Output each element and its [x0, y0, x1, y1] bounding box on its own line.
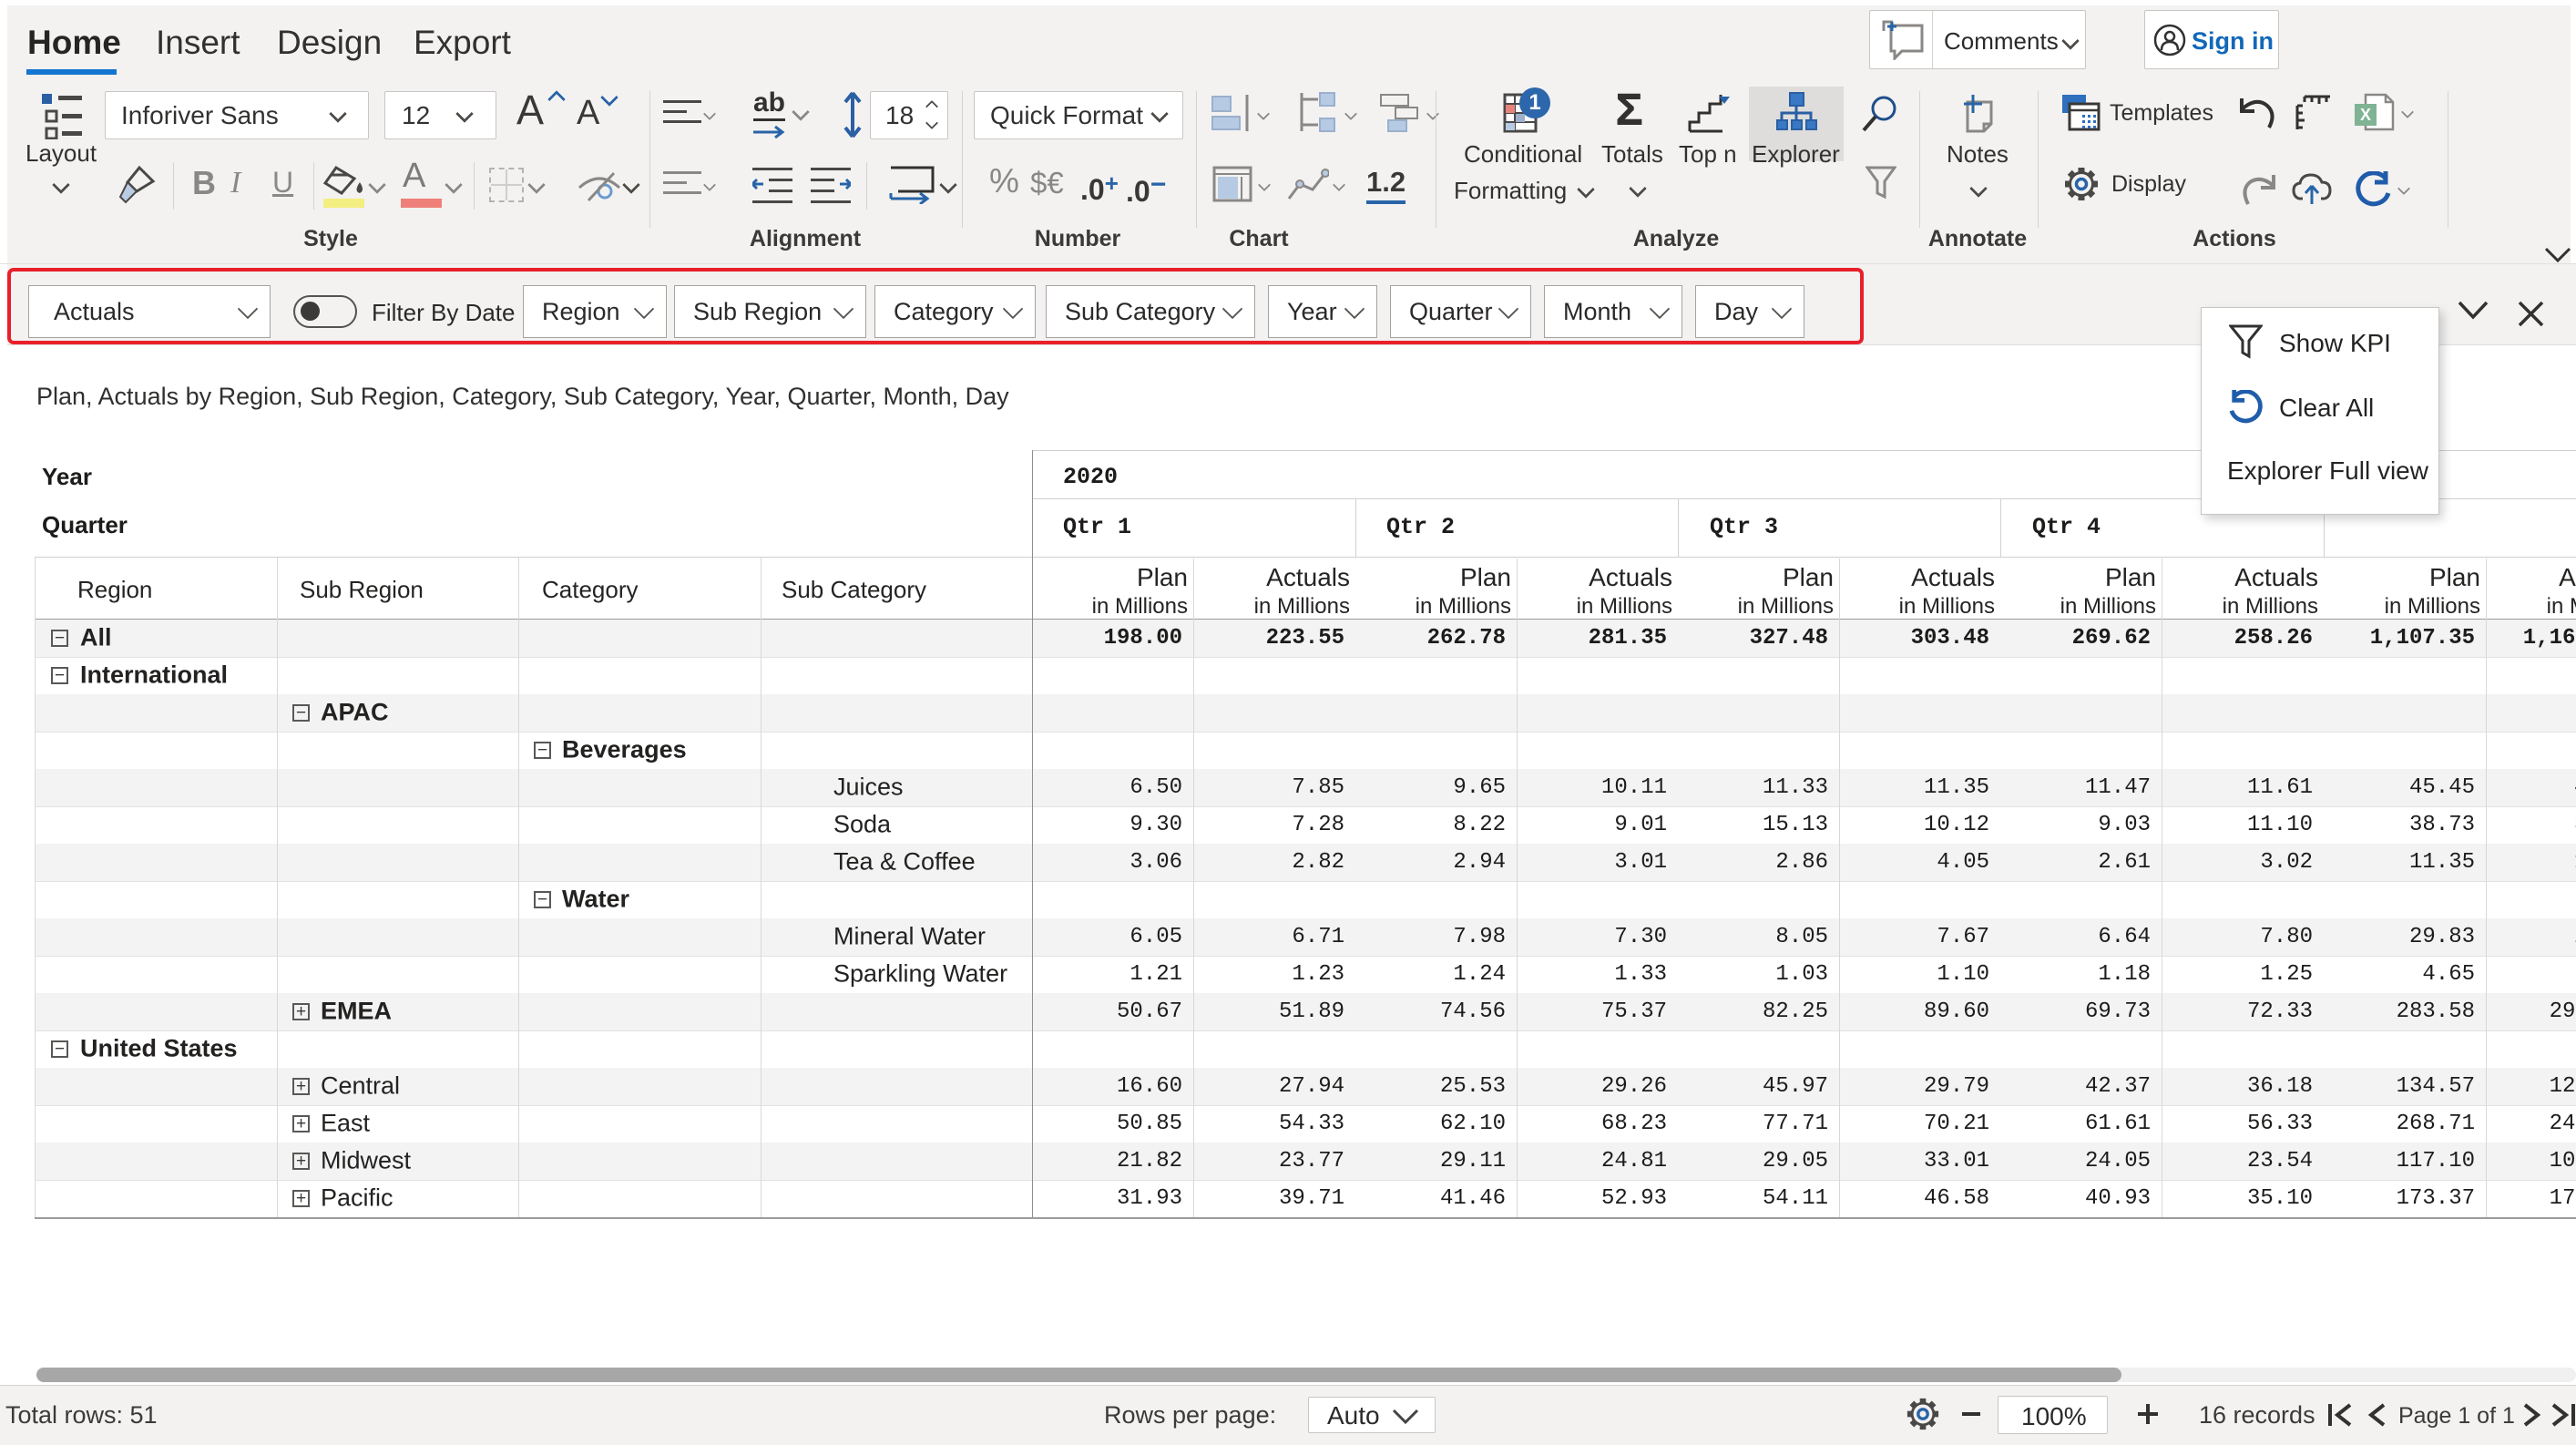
svg-text:X: X: [2360, 106, 2371, 124]
